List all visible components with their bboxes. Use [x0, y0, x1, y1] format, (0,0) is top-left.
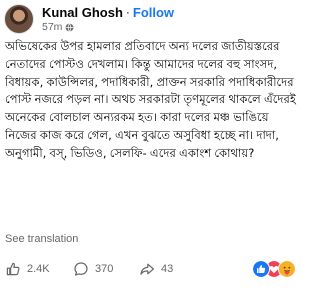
post-footer: 2.4K 370 43 [5, 259, 296, 279]
share-count: 43 [161, 263, 174, 275]
post-time[interactable]: 57m [42, 21, 62, 33]
author-avatar[interactable] [4, 4, 34, 34]
like-button[interactable]: 2.4K [5, 261, 73, 277]
author-name[interactable]: Kunal Ghosh [42, 5, 123, 20]
reaction-summary[interactable] [252, 260, 296, 278]
comment-icon [74, 262, 88, 276]
post-meta: 57m [42, 21, 174, 33]
like-icon [6, 262, 20, 276]
share-button[interactable]: 43 [139, 261, 199, 277]
post-body: অভিষেকের উপর হামলার প্রতিবাদে অন্য দলের … [5, 39, 296, 160]
comment-button[interactable]: 370 [73, 261, 139, 277]
care-reaction [278, 260, 296, 278]
share-icon [140, 263, 154, 275]
facebook-post: Kunal Ghosh · Follow 57m অভিষেকের উপর হা… [0, 0, 300, 288]
follow-button[interactable]: Follow [133, 5, 174, 20]
name-row: Kunal Ghosh · Follow [42, 5, 174, 20]
separator-dot: · [125, 5, 130, 19]
comment-count: 370 [95, 263, 114, 275]
post-header: Kunal Ghosh · Follow 57m [4, 4, 174, 34]
globe-icon [66, 22, 74, 32]
see-translation-link[interactable]: See translation [5, 233, 78, 245]
like-reaction [252, 260, 270, 278]
like-count: 2.4K [27, 263, 50, 275]
post-header-text: Kunal Ghosh · Follow 57m [42, 5, 174, 34]
